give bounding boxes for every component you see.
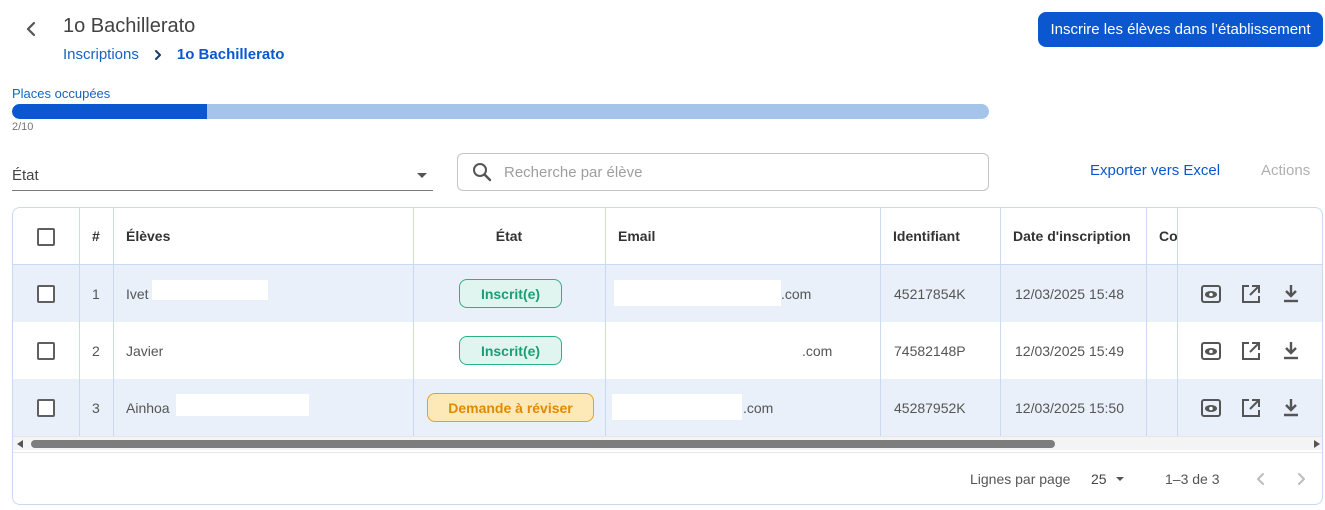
capacity-progress-fill xyxy=(12,104,208,119)
header-identifier[interactable]: Identifiant xyxy=(893,228,960,244)
open-external-icon[interactable] xyxy=(1239,282,1263,306)
back-button[interactable] xyxy=(18,16,44,42)
row-identifier: 45217854K xyxy=(894,286,966,302)
capacity-label: Places occupées xyxy=(12,86,111,101)
column-divider xyxy=(79,208,80,436)
table-row-bg xyxy=(13,322,1322,379)
chevron-right-icon xyxy=(1298,473,1305,485)
status-badge: Inscrit(e) xyxy=(459,279,562,308)
row-student-name: Ivet xyxy=(126,286,149,302)
row-student-name: Ainhoa xyxy=(126,400,170,416)
header-truncated-column[interactable]: Co xyxy=(1159,228,1177,244)
row-checkbox[interactable] xyxy=(37,285,55,303)
header-enrollment-date[interactable]: Date d'inscription xyxy=(1013,228,1131,244)
status-badge: Inscrit(e) xyxy=(459,336,562,365)
rows-per-page-value: 25 xyxy=(1091,471,1107,487)
row-index: 2 xyxy=(92,343,100,359)
header-email[interactable]: Email xyxy=(618,228,655,244)
caret-down-icon xyxy=(417,173,427,178)
page-title: 1o Bachillerato xyxy=(63,15,196,37)
scrollbar-thumb[interactable] xyxy=(31,440,1055,448)
row-email: .com xyxy=(743,400,774,416)
rows-per-page-select[interactable]: 25 xyxy=(1091,471,1124,487)
state-filter-label: État xyxy=(12,167,39,184)
chevron-left-icon xyxy=(26,21,36,37)
column-divider xyxy=(113,208,114,436)
chevron-left-icon xyxy=(1257,473,1264,485)
row-student-name: Javier xyxy=(126,343,164,359)
view-icon[interactable] xyxy=(1199,339,1223,363)
open-external-icon[interactable] xyxy=(1239,339,1263,363)
chevron-right-icon xyxy=(153,49,163,61)
next-page-button[interactable] xyxy=(1289,467,1313,491)
row-checkbox[interactable] xyxy=(37,342,55,360)
view-icon[interactable] xyxy=(1199,396,1223,420)
row-identifier: 74582148P xyxy=(894,343,966,359)
rows-per-page-label: Lignes par page xyxy=(970,471,1071,487)
pagination-range: 1–3 de 3 xyxy=(1165,471,1220,487)
select-all-checkbox[interactable] xyxy=(37,228,55,246)
breadcrumb: Inscriptions 1o Bachillerato xyxy=(63,46,284,63)
row-date: 12/03/2025 15:48 xyxy=(1015,286,1124,302)
view-icon[interactable] xyxy=(1199,282,1223,306)
column-divider xyxy=(1146,208,1147,436)
breadcrumb-current: 1o Bachillerato xyxy=(176,46,285,63)
row-identifier: 45287952K xyxy=(894,400,966,416)
row-index: 3 xyxy=(92,400,100,416)
row-email: .com xyxy=(781,286,812,302)
scroll-left-icon[interactable] xyxy=(17,440,23,448)
redacted-area xyxy=(176,394,309,416)
download-icon[interactable] xyxy=(1279,339,1303,363)
redacted-area xyxy=(152,280,268,300)
row-index: 1 xyxy=(92,286,100,302)
row-date: 12/03/2025 15:50 xyxy=(1015,400,1124,416)
search-icon xyxy=(472,161,494,183)
column-divider xyxy=(1177,208,1178,436)
state-filter-select[interactable]: État xyxy=(12,160,433,191)
enrollments-table: # Élèves État Email Identifiant Date d'i… xyxy=(12,207,1323,505)
breadcrumb-inscriptions-link[interactable]: Inscriptions xyxy=(63,46,139,63)
redacted-area xyxy=(614,280,781,306)
header-index: # xyxy=(92,228,100,244)
scroll-right-icon[interactable] xyxy=(1314,440,1320,448)
header-state[interactable]: État xyxy=(413,228,605,244)
enroll-students-button[interactable]: Inscrire les élèves dans l’établissement xyxy=(1038,12,1323,47)
header-divider xyxy=(13,264,1322,265)
column-divider xyxy=(880,208,881,436)
search-field[interactable] xyxy=(457,153,989,191)
row-email: .com xyxy=(802,343,833,359)
row-date: 12/03/2025 15:49 xyxy=(1015,343,1124,359)
download-icon[interactable] xyxy=(1279,282,1303,306)
capacity-progress-bar xyxy=(12,104,989,119)
column-divider xyxy=(1000,208,1001,436)
actions-button: Actions xyxy=(1261,162,1311,179)
search-input[interactable] xyxy=(504,163,964,181)
capacity-count: 2/10 xyxy=(12,121,34,133)
download-icon[interactable] xyxy=(1279,396,1303,420)
status-badge: Demande à réviser xyxy=(427,393,594,422)
header-student[interactable]: Élèves xyxy=(126,228,170,244)
row-checkbox[interactable] xyxy=(37,399,55,417)
horizontal-scrollbar[interactable] xyxy=(13,436,1322,450)
redacted-area xyxy=(612,394,742,420)
export-excel-button[interactable]: Exporter vers Excel xyxy=(1090,162,1220,179)
column-divider xyxy=(605,208,606,436)
previous-page-button[interactable] xyxy=(1249,467,1273,491)
pagination-bar: Lignes par page 25 1–3 de 3 xyxy=(13,452,1322,504)
caret-down-icon xyxy=(1115,477,1124,481)
open-external-icon[interactable] xyxy=(1239,396,1263,420)
